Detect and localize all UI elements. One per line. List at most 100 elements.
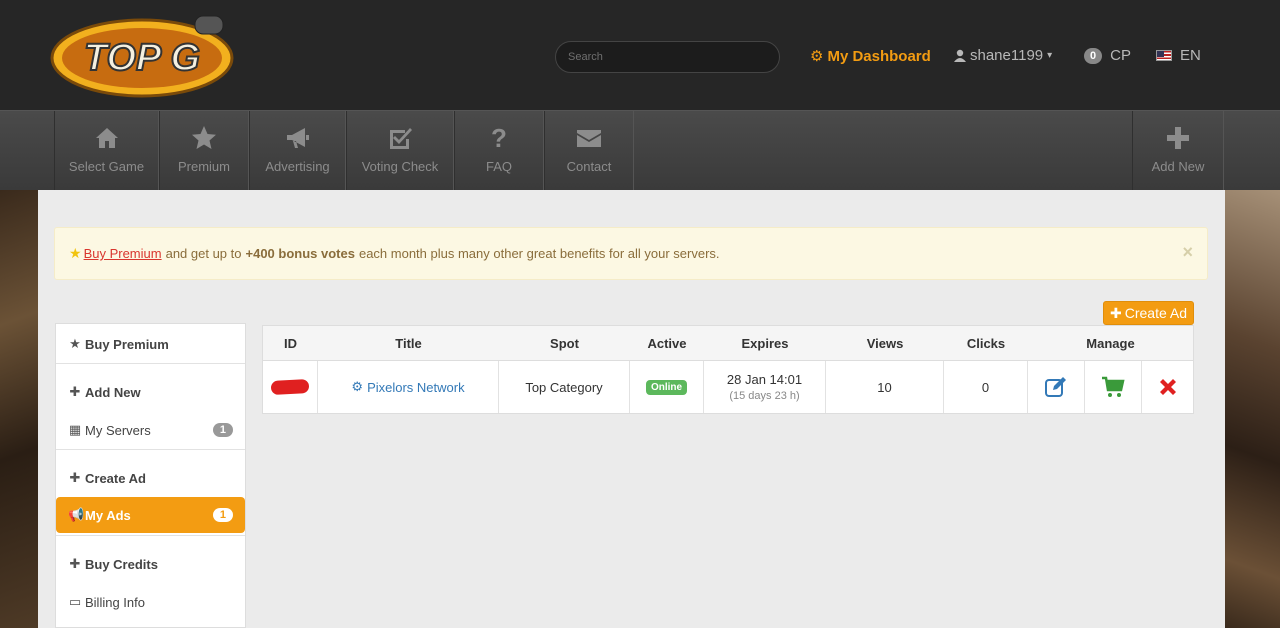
sidebar-item-label: Create Ad	[85, 470, 146, 486]
home-icon	[95, 128, 118, 148]
create-ad-label: Create Ad	[1124, 305, 1187, 321]
sidebar-item-label: Buy Premium	[85, 336, 169, 352]
cell-active: Online	[630, 361, 704, 413]
cp-label: CP	[1110, 47, 1131, 64]
cell-expires: 28 Jan 14:01 (15 days 23 h)	[704, 361, 826, 413]
star-icon	[192, 126, 216, 149]
megaphone-icon: 📢	[68, 507, 85, 522]
nav-faq[interactable]: ? FAQ	[454, 111, 544, 191]
sidebar-item-my-ads[interactable]: 📢 My Ads 1	[56, 497, 245, 533]
nav-premium[interactable]: Premium	[159, 111, 249, 191]
gear-icon: ⚙	[810, 48, 824, 65]
nav-add-new[interactable]: Add New	[1132, 111, 1224, 191]
language-label: EN	[1180, 47, 1201, 64]
megaphone-icon	[286, 128, 309, 148]
expires-date: 28 Jan 14:01	[726, 372, 803, 387]
create-ad-button[interactable]: ✚ Create Ad	[1103, 301, 1194, 325]
credit-card-icon: ▭	[68, 594, 82, 609]
column-header-title: Title	[395, 336, 422, 351]
question-icon: ?	[491, 125, 507, 151]
nav-select-game[interactable]: Select Game	[54, 111, 159, 191]
edit-button[interactable]	[1028, 361, 1085, 413]
close-icon[interactable]: ×	[1182, 242, 1193, 263]
sidebar-item-create-ad[interactable]: ✚ Create Ad	[56, 460, 245, 496]
us-flag-icon	[1156, 50, 1172, 61]
cp-link[interactable]: 0 CP	[1084, 47, 1131, 64]
sidebar-item-add-new[interactable]: ✚ Add New	[56, 374, 245, 410]
buy-premium-link[interactable]: Buy Premium	[84, 246, 162, 261]
column-header-views: Views	[866, 336, 904, 351]
alert-text: and get up to	[165, 246, 242, 261]
background-art-left	[0, 190, 38, 628]
nav-label: Premium	[177, 159, 230, 174]
column-header-active: Active	[647, 336, 687, 351]
column-header-id: ID	[284, 336, 297, 351]
gear-icon: ⚙	[351, 379, 364, 394]
redacted-id	[270, 379, 310, 395]
sidebar-item-label: Billing Info	[85, 594, 145, 610]
caret-down-icon: ▾	[1047, 50, 1053, 61]
svg-text:?: ?	[491, 125, 507, 151]
cell-views: 10	[826, 361, 944, 413]
alert-bold-text: +400 bonus votes	[245, 246, 355, 261]
nav-label: Voting Check	[361, 159, 439, 174]
sidebar-item-billing-info[interactable]: ▭ Billing Info	[56, 584, 245, 620]
alert-text: each month plus many other great benefit…	[358, 246, 720, 261]
sidebar-item-my-servers[interactable]: ▦ My Servers 1	[56, 412, 245, 448]
grid-icon: ▦	[68, 422, 82, 437]
ads-table: ID Title Spot Active Expires Views Click…	[262, 325, 1194, 414]
table-header: ID Title Spot Active Expires Views Click…	[263, 326, 1193, 361]
nav-label: Add New	[1151, 159, 1205, 174]
count-badge: 1	[212, 423, 233, 437]
sidebar-item-buy-premium[interactable]: ★ Buy Premium	[56, 326, 245, 362]
nav-contact[interactable]: Contact	[544, 111, 634, 191]
sidebar-item-label: My Servers	[85, 422, 151, 438]
ad-title-link[interactable]: ⚙ Pixelors Network	[351, 379, 464, 395]
main-content: ★ Buy Premium and get up to +400 bonus v…	[38, 190, 1225, 628]
plus-icon: ✚	[1110, 304, 1122, 321]
edit-icon	[1045, 377, 1066, 397]
language-selector[interactable]: EN	[1156, 47, 1201, 64]
count-badge: 1	[212, 508, 233, 522]
star-icon: ★	[69, 336, 81, 351]
sidebar-item-label: My Ads	[85, 507, 131, 523]
nav-voting-check[interactable]: Voting Check	[346, 111, 454, 191]
main-nav: Select Game Premium Advertising Voting C…	[0, 110, 1280, 191]
background-art-right	[1225, 190, 1280, 628]
checkbox-icon	[390, 128, 412, 149]
cp-badge: 0	[1084, 47, 1103, 64]
header: TOP G ⚙ My Dashboard shane1199 ▾ 0 CP EN	[0, 0, 1280, 110]
svg-text:TOP G: TOP G	[84, 37, 200, 79]
my-dashboard-link[interactable]: ⚙ My Dashboard	[810, 47, 931, 66]
divider	[56, 535, 245, 536]
column-header-clicks: Clicks	[966, 336, 1006, 351]
nav-label: Advertising	[265, 159, 330, 174]
plus-icon: ✚	[69, 384, 81, 399]
sidebar: ★ Buy Premium ✚ Add New ▦ My Servers 1 ✚…	[55, 323, 246, 628]
sidebar-item-label: Add New	[85, 384, 141, 400]
divider	[56, 449, 245, 450]
divider	[56, 363, 245, 364]
cell-title: ⚙ Pixelors Network	[318, 361, 499, 413]
cart-button[interactable]	[1085, 361, 1142, 413]
delete-icon	[1159, 379, 1176, 395]
envelope-icon	[577, 130, 601, 147]
column-header-expires: Expires	[741, 336, 789, 351]
star-icon: ★	[69, 245, 82, 261]
sidebar-item-buy-credits[interactable]: ✚ Buy Credits	[56, 546, 245, 582]
expires-remaining: (15 days 23 h)	[729, 390, 800, 402]
user-icon	[954, 49, 966, 62]
sidebar-item-label: Buy Credits	[85, 556, 158, 572]
plus-icon: ✚	[69, 470, 81, 485]
delete-button[interactable]	[1142, 361, 1193, 413]
nav-advertising[interactable]: Advertising	[249, 111, 346, 191]
search-input[interactable]	[555, 41, 780, 73]
topg-logo[interactable]: TOP G	[50, 14, 235, 98]
column-header-spot: Spot	[550, 336, 579, 351]
premium-alert: ★ Buy Premium and get up to +400 bonus v…	[54, 227, 1208, 280]
nav-label: Contact	[566, 159, 612, 174]
column-header-manage: Manage	[1086, 336, 1135, 351]
plus-icon: ✚	[69, 556, 81, 571]
user-menu[interactable]: shane1199 ▾	[954, 47, 1052, 64]
cell-clicks: 0	[944, 361, 1028, 413]
